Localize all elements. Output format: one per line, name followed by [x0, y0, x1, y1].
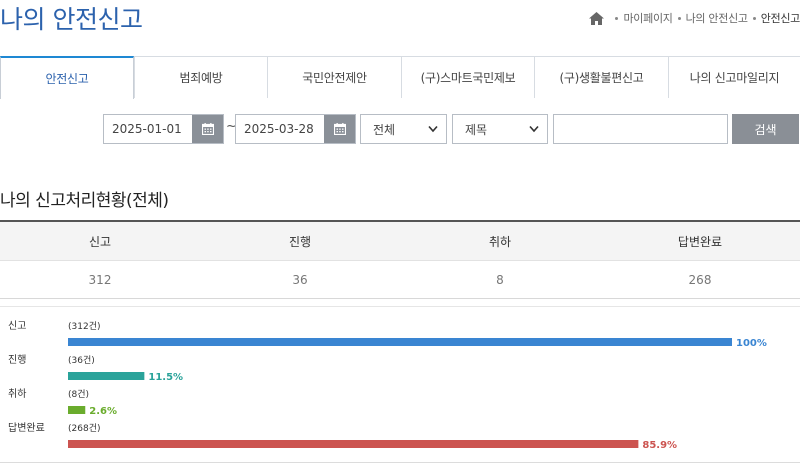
value-progress: 36: [292, 272, 308, 287]
bar-count-label: (268건): [68, 423, 100, 434]
bar-percent-label: 100%: [736, 338, 767, 349]
bar: [68, 338, 732, 346]
value-withdraw: 8: [496, 272, 504, 287]
start-date-input[interactable]: 2025-01-01: [104, 115, 192, 143]
value-report: 312: [88, 272, 112, 287]
divider: [0, 462, 800, 463]
category-select-value: 전체: [373, 122, 396, 137]
bar: [68, 440, 639, 448]
tab-safety-report[interactable]: 안전신고: [0, 56, 134, 99]
status-section-title: 나의 신고처리현황(전체): [0, 191, 169, 211]
header-answered: 답변완료: [677, 234, 723, 249]
search-field-select[interactable]: 제목: [452, 114, 548, 144]
bar-category-label: 답변완료: [8, 422, 45, 434]
status-bar-chart: 신고 (312건) 100% 진행 (36건) 11.5% 취하 (8건) 2.6% 답변완료 (2…: [0, 306, 800, 466]
status-value-row: 312 36 8 268: [0, 261, 800, 299]
search-bar: 2025-01-01 ~ 2025-03-28 전체 제목 검색: [0, 114, 800, 144]
tab-bar: 안전신고 범죄예방 국민안전제안 (구)스마트국민제보 (구)생활불편신고 나의…: [0, 56, 800, 99]
start-date-field[interactable]: 2025-01-01: [103, 114, 224, 144]
bar-count-label: (312건): [68, 321, 100, 332]
chevron-down-icon: [529, 125, 539, 133]
breadcrumb: 마이페이지 나의 안전신고 안전신고: [589, 10, 800, 26]
search-field-select-value: 제목: [465, 122, 488, 137]
chevron-down-icon: [428, 125, 438, 133]
end-date-field[interactable]: 2025-03-28: [235, 114, 356, 144]
calendar-icon: [201, 123, 214, 135]
page-title: 나의 안전신고: [0, 5, 143, 34]
bar-percent-label: 11.5%: [148, 372, 183, 383]
category-select[interactable]: 전체: [360, 114, 447, 144]
bar-count-label: (36건): [68, 355, 95, 366]
header-withdraw: 취하: [488, 234, 512, 249]
bar-category-label: 취하: [8, 387, 26, 400]
breadcrumb-item-my-report[interactable]: 나의 안전신고: [686, 10, 748, 26]
tab-inconvenience-report[interactable]: (구)생활불편신고: [534, 56, 668, 98]
header-report: 신고: [88, 234, 112, 249]
breadcrumb-item-mypage[interactable]: 마이페이지: [623, 10, 672, 26]
end-date-input[interactable]: 2025-03-28: [236, 115, 324, 143]
bar-category-label: 신고: [8, 320, 26, 332]
search-button[interactable]: 검색: [732, 114, 799, 144]
start-date-calendar-button[interactable]: [192, 115, 223, 143]
tab-smart-report[interactable]: (구)스마트국민제보: [401, 56, 534, 98]
calendar-icon: [333, 123, 346, 135]
bar-count-label: (8건): [68, 389, 89, 400]
bar-category-label: 진행: [8, 354, 26, 366]
status-summary-table: 신고 진행 취하 답변완료 312 36 8 268: [0, 220, 800, 299]
tab-crime-prevention[interactable]: 범죄예방: [134, 56, 267, 98]
bar-percent-label: 2.6%: [89, 406, 117, 417]
end-date-calendar-button[interactable]: [324, 115, 355, 143]
breadcrumb-separator: [615, 16, 619, 20]
tab-report-mileage[interactable]: 나의 신고마일리지: [668, 56, 800, 98]
bar: [68, 406, 86, 414]
bar-chart-svg: 신고 (312건) 100% 진행 (36건) 11.5% 취하 (8건)2.6% 답변완료 (2…: [8, 320, 767, 451]
home-icon[interactable]: [589, 11, 605, 25]
status-header-row: 신고 진행 취하 답변완료: [0, 222, 800, 261]
header-progress: 진행: [288, 234, 312, 249]
tab-safety-proposal[interactable]: 국민안전제안: [267, 56, 401, 98]
breadcrumb-item-current: 안전신고: [760, 12, 800, 25]
bar-percent-label: 85.9%: [642, 440, 677, 451]
search-keyword-input[interactable]: [553, 114, 728, 144]
breadcrumb-separator: [752, 16, 756, 20]
breadcrumb-separator: [677, 16, 681, 20]
bar: [68, 372, 145, 380]
value-answered: 268: [688, 272, 712, 287]
